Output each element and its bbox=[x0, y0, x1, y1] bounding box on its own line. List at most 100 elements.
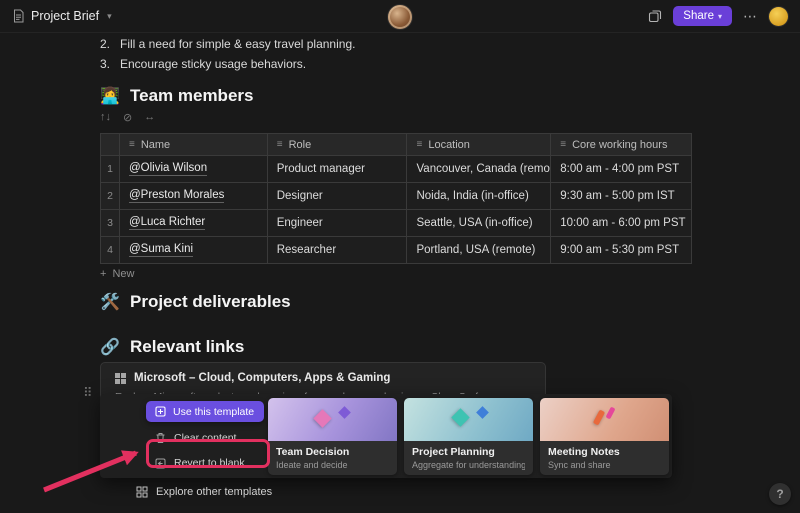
user-avatar[interactable] bbox=[769, 7, 788, 26]
cell-name[interactable]: @Suma Kini bbox=[120, 237, 268, 264]
cell-role[interactable]: Researcher bbox=[268, 237, 408, 264]
use-template-label: Use this template bbox=[173, 406, 254, 418]
header-cell-hours[interactable]: ≡ Core working hours bbox=[551, 134, 692, 156]
chevron-down-icon[interactable]: ▾ bbox=[107, 11, 112, 22]
add-new-row-button[interactable]: + New bbox=[100, 268, 134, 280]
grid-icon bbox=[136, 486, 148, 498]
template-thumbnail bbox=[540, 398, 669, 441]
revert-to-blank-menu-item[interactable]: Revert to blank bbox=[146, 454, 272, 472]
template-subtitle: Sync and share bbox=[548, 460, 661, 470]
person-mention[interactable]: @Suma Kini bbox=[129, 243, 193, 257]
table-row: 3 @Luca Richter Engineer Seattle, USA (i… bbox=[101, 210, 692, 237]
header-cell-index bbox=[101, 134, 120, 156]
cell-location[interactable]: Seattle, USA (in-office) bbox=[407, 210, 551, 237]
drag-handle-icon[interactable]: ⠿ bbox=[83, 385, 93, 401]
template-subtitle: Ideate and decide bbox=[276, 460, 389, 470]
microsoft-logo-icon bbox=[115, 373, 126, 384]
text-property-icon: ≡ bbox=[277, 139, 283, 150]
page-title[interactable]: Project Brief bbox=[31, 9, 99, 23]
section-heading-deliverables: 🛠️ Project deliverables bbox=[100, 292, 291, 312]
cell-location[interactable]: Portland, USA (remote) bbox=[407, 237, 551, 264]
trash-icon bbox=[155, 432, 166, 444]
template-icon bbox=[155, 406, 166, 417]
template-title: Meeting Notes bbox=[548, 446, 661, 458]
cell-name[interactable]: @Olivia Wilson bbox=[120, 156, 268, 183]
person-mention[interactable]: @Luca Richter bbox=[129, 216, 205, 230]
help-label: ? bbox=[776, 487, 783, 501]
resize-icon[interactable]: ↔ bbox=[144, 111, 155, 124]
section-title: Relevant links bbox=[130, 337, 244, 357]
cell-name[interactable]: @Luca Richter bbox=[120, 210, 268, 237]
cell-hours[interactable]: 8:00 am - 4:00 pm PST bbox=[551, 156, 692, 183]
column-label: Name bbox=[141, 139, 170, 151]
template-title: Project Planning bbox=[412, 446, 525, 458]
header-cell-name[interactable]: ≡ Name bbox=[120, 134, 268, 156]
row-number[interactable]: 3 bbox=[101, 210, 120, 237]
template-card-meeting-notes[interactable]: Meeting Notes Sync and share bbox=[540, 398, 669, 475]
header-cell-role[interactable]: ≡ Role bbox=[268, 134, 408, 156]
template-thumbnail bbox=[404, 398, 533, 441]
deliverables-emoji: 🛠️ bbox=[100, 292, 121, 312]
cell-hours[interactable]: 9:00 am - 5:30 pm PST bbox=[551, 237, 692, 264]
text-property-icon: ≡ bbox=[560, 139, 566, 150]
cell-role[interactable]: Engineer bbox=[268, 210, 408, 237]
list-number: 3. bbox=[100, 57, 110, 71]
cell-hours[interactable]: 9:30 am - 5:00 pm IST bbox=[551, 183, 692, 210]
cell-name[interactable]: @Preston Morales bbox=[120, 183, 268, 210]
revert-to-blank-label: Revert to blank bbox=[174, 457, 245, 469]
column-label: Core working hours bbox=[572, 139, 667, 151]
template-context-menu: Use this template Clear content Revert t… bbox=[146, 401, 272, 472]
section-heading-links: 🔗 Relevant links bbox=[100, 337, 244, 357]
explore-other-templates-button[interactable]: Explore other templates bbox=[136, 486, 272, 498]
link-emoji: 🔗 bbox=[100, 337, 121, 357]
template-card-project-planning[interactable]: Project Planning Aggregate for understan… bbox=[404, 398, 533, 475]
cell-hours[interactable]: 10:00 am - 6:00 pm PST bbox=[551, 210, 692, 237]
cell-role[interactable]: Product manager bbox=[268, 156, 408, 183]
person-mention[interactable]: @Preston Morales bbox=[129, 189, 224, 203]
use-this-template-button[interactable]: Use this template bbox=[146, 401, 264, 422]
cell-location[interactable]: Vancouver, Canada (remote) bbox=[407, 156, 551, 183]
notion-window: Project Brief ▾ Share ▾ ⋯ 2. Fill a need… bbox=[0, 0, 800, 513]
page-icon bbox=[12, 9, 25, 23]
list-text: Fill a need for simple & easy travel pla… bbox=[120, 37, 355, 51]
section-title: Project deliverables bbox=[130, 292, 291, 312]
table-header-row: ≡ Name ≡ Role ≡Location ≡ Core working hour… bbox=[101, 134, 692, 156]
hide-icon[interactable]: ⊘ bbox=[123, 111, 132, 124]
clear-content-menu-item[interactable]: Clear content bbox=[146, 429, 272, 447]
workspace-avatar[interactable] bbox=[388, 5, 412, 29]
row-number[interactable]: 2 bbox=[101, 183, 120, 210]
text-property-icon: ≡ bbox=[129, 139, 135, 150]
duplicate-icon[interactable] bbox=[648, 9, 662, 23]
help-button[interactable]: ? bbox=[769, 483, 791, 505]
more-icon[interactable]: ⋯ bbox=[743, 8, 758, 25]
explore-label: Explore other templates bbox=[156, 486, 272, 498]
cell-role[interactable]: Designer bbox=[268, 183, 408, 210]
share-label: Share bbox=[683, 10, 714, 22]
list-item[interactable]: 3. Encourage sticky usage behaviors. bbox=[100, 57, 306, 71]
row-number[interactable]: 1 bbox=[101, 156, 120, 183]
template-thumbnail bbox=[268, 398, 397, 441]
list-number: 2. bbox=[100, 37, 110, 51]
clear-content-label: Clear content bbox=[174, 432, 236, 444]
template-card-team-decision[interactable]: Team Decision Ideate and decide bbox=[268, 398, 397, 475]
table-row: 4 @Suma Kini Researcher Portland, USA (r… bbox=[101, 237, 692, 264]
row-number[interactable]: 4 bbox=[101, 237, 120, 264]
text-property-icon: ≡ bbox=[416, 139, 422, 150]
bookmark-title: Microsoft – Cloud, Computers, Apps & Gam… bbox=[134, 372, 390, 384]
template-title: Team Decision bbox=[276, 446, 389, 458]
share-button[interactable]: Share ▾ bbox=[673, 6, 732, 26]
table-row: 2 @Preston Morales Designer Noida, India… bbox=[101, 183, 692, 210]
revert-icon bbox=[155, 458, 166, 469]
plus-icon: + bbox=[100, 268, 106, 280]
new-label: New bbox=[112, 268, 134, 280]
header-cell-location[interactable]: ≡Location bbox=[407, 134, 551, 156]
sort-icon[interactable]: ↑↓ bbox=[100, 111, 111, 124]
topbar: Project Brief ▾ Share ▾ ⋯ bbox=[0, 0, 800, 33]
cell-location[interactable]: Noida, India (in-office) bbox=[407, 183, 551, 210]
chevron-down-icon: ▾ bbox=[718, 12, 722, 21]
team-emoji: 👩‍💻 bbox=[100, 86, 121, 106]
column-label: Role bbox=[289, 139, 312, 151]
person-mention[interactable]: @Olivia Wilson bbox=[129, 162, 207, 176]
list-item[interactable]: 2. Fill a need for simple & easy travel … bbox=[100, 37, 355, 51]
template-subtitle: Aggregate for understanding an... bbox=[412, 460, 525, 470]
